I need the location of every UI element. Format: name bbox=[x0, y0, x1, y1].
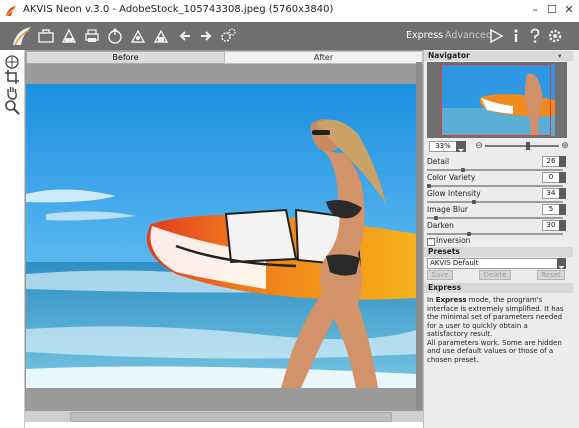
mode-advanced-tab[interactable]: Advanced bbox=[445, 30, 492, 41]
reset-preset-button[interactable]: Reset bbox=[537, 270, 565, 280]
zoom-in-icon[interactable]: ⊕ bbox=[560, 141, 570, 151]
slider-handle-detail[interactable] bbox=[461, 168, 465, 172]
info-icon[interactable] bbox=[507, 27, 525, 45]
maximize-button[interactable]: ☐ bbox=[544, 2, 560, 18]
redo-icon[interactable] bbox=[197, 27, 215, 45]
help-paragraph-2: All parameters work. Some are hidden and… bbox=[427, 338, 562, 364]
zoom-level-field[interactable]: 33% bbox=[429, 141, 457, 152]
horizontal-scroll-thumb[interactable] bbox=[70, 412, 392, 422]
zoom-slider[interactable] bbox=[485, 145, 559, 147]
mode-express-tab[interactable]: Express bbox=[406, 30, 443, 41]
spin-icon[interactable] bbox=[559, 172, 566, 183]
param-label-darken: Darken bbox=[427, 221, 454, 230]
slider-handle-glow-intensity[interactable] bbox=[472, 200, 476, 204]
spin-icon[interactable] bbox=[559, 220, 566, 231]
slider-handle-image-blur[interactable] bbox=[434, 216, 438, 220]
share-icon[interactable] bbox=[106, 27, 124, 45]
param-label-detail: Detail bbox=[427, 157, 450, 166]
logo-icon bbox=[10, 24, 34, 48]
collapse-icon[interactable]: ▾ bbox=[558, 52, 562, 60]
delete-preset-button[interactable]: Delete bbox=[479, 270, 511, 280]
help-paragraph-1: In Express mode, the program's interface… bbox=[427, 296, 564, 338]
zoom-out-icon[interactable]: ⊖ bbox=[474, 141, 484, 151]
print-icon[interactable] bbox=[83, 27, 101, 45]
zoom-slider-handle[interactable] bbox=[526, 142, 530, 150]
crop-icon[interactable] bbox=[4, 69, 20, 85]
param-value-image-blur[interactable]: 5 bbox=[542, 204, 560, 215]
window-title: AKVIS Neon v.3.0 - AdobeStock_105743308.… bbox=[23, 4, 334, 15]
presets-header: Presets bbox=[424, 247, 573, 257]
param-value-darken[interactable]: 30 bbox=[542, 220, 560, 231]
help-text: In Express mode, the program's interface… bbox=[427, 296, 564, 364]
run-icon[interactable] bbox=[487, 27, 505, 45]
open-icon[interactable] bbox=[37, 27, 55, 45]
param-value-detail[interactable]: 26 bbox=[542, 156, 560, 167]
param-label-glow-intensity: Glow Intensity bbox=[427, 189, 481, 198]
preset-dropdown-button[interactable] bbox=[557, 258, 566, 269]
navigation-icon[interactable] bbox=[4, 54, 20, 70]
akvis-neon-app-icon bbox=[4, 3, 18, 17]
minimize-button[interactable]: – bbox=[527, 2, 543, 18]
navigator-view-rect[interactable] bbox=[441, 64, 551, 136]
close-button[interactable]: ✕ bbox=[561, 2, 577, 18]
param-slider-darken[interactable] bbox=[427, 233, 563, 235]
param-slider-image-blur[interactable] bbox=[427, 217, 563, 219]
slider-handle-color-variety[interactable] bbox=[427, 184, 431, 188]
source-photo[interactable] bbox=[26, 84, 416, 388]
settings-gears-icon[interactable] bbox=[219, 27, 237, 45]
help-icon[interactable] bbox=[526, 27, 544, 45]
tab-before[interactable]: Before bbox=[26, 51, 225, 64]
param-slider-color-variety[interactable] bbox=[427, 185, 563, 187]
preset-select[interactable]: AKVIS Default bbox=[427, 258, 561, 269]
undo-icon[interactable] bbox=[176, 27, 194, 45]
param-slider-glow-intensity[interactable] bbox=[427, 201, 563, 203]
save-preset-button[interactable]: Save bbox=[427, 270, 453, 280]
help-header: Express bbox=[424, 283, 573, 293]
spin-icon[interactable] bbox=[559, 156, 566, 167]
slider-handle-darken[interactable] bbox=[467, 232, 471, 236]
save-icon[interactable] bbox=[60, 27, 78, 45]
navigator-header: Navigator bbox=[424, 51, 573, 61]
vertical-scrollbar[interactable] bbox=[416, 62, 422, 410]
batch-icon[interactable] bbox=[129, 27, 147, 45]
zoom-dropdown-button[interactable] bbox=[456, 141, 466, 152]
tab-after[interactable]: After bbox=[224, 51, 423, 64]
inversion-label: Inversion bbox=[436, 236, 471, 245]
param-value-color-variety[interactable]: 0 bbox=[542, 172, 560, 183]
param-label-color-variety: Color Variety bbox=[427, 173, 476, 182]
param-label-image-blur: Image Blur bbox=[427, 205, 468, 214]
hand-icon[interactable] bbox=[4, 84, 20, 100]
spin-icon[interactable] bbox=[559, 188, 566, 199]
param-slider-detail[interactable] bbox=[427, 169, 563, 171]
spin-icon[interactable] bbox=[559, 204, 566, 215]
preferences-icon[interactable] bbox=[546, 27, 564, 45]
param-value-glow-intensity[interactable]: 34 bbox=[542, 188, 560, 199]
inversion-checkbox[interactable] bbox=[427, 238, 435, 246]
zoom-icon[interactable] bbox=[4, 99, 20, 115]
export-icon[interactable] bbox=[152, 27, 170, 45]
